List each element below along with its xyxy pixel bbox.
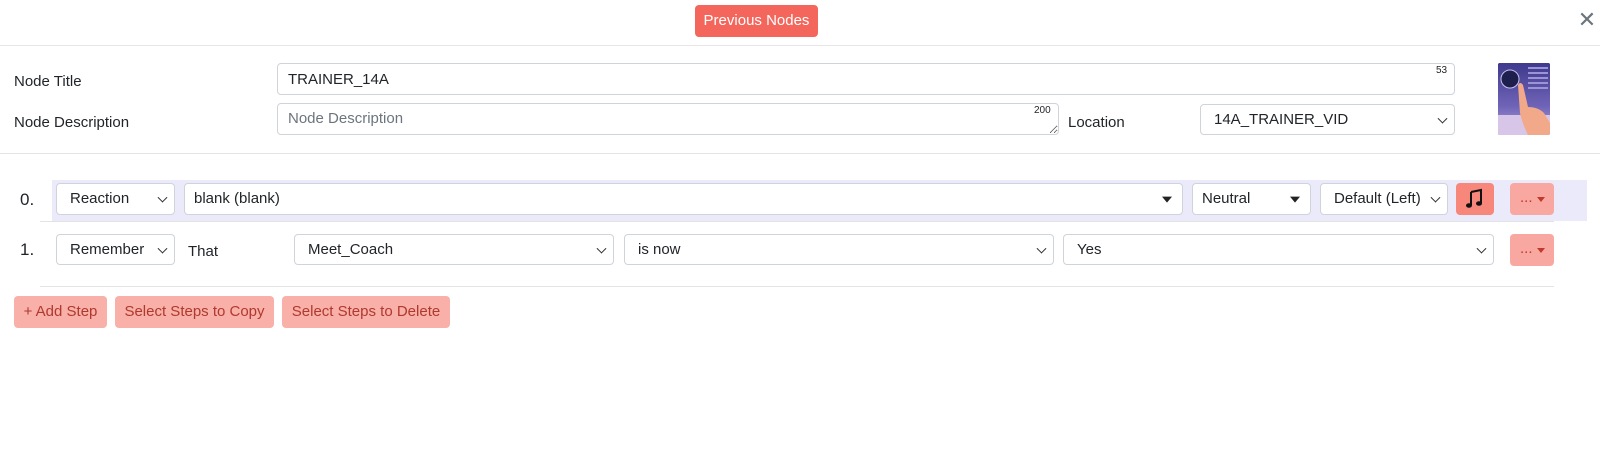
music-note-icon (1466, 188, 1482, 208)
reaction-select[interactable]: blank (blank) (184, 183, 1183, 215)
description-char-counter: 200 (1034, 105, 1051, 116)
location-value: 14A_TRAINER_VID (1214, 111, 1349, 128)
chevron-down-icon (596, 243, 607, 254)
value-value: Yes (1077, 241, 1102, 258)
step-type-select[interactable]: Reaction (56, 183, 175, 215)
emotion-value: Neutral (1202, 190, 1251, 207)
previous-nodes-button[interactable]: Previous Nodes (695, 5, 818, 37)
node-description-input[interactable] (277, 103, 1059, 135)
steps-end-divider (40, 286, 1554, 287)
chevron-down-icon (1430, 192, 1441, 203)
chevron-down-icon (1476, 243, 1487, 254)
select-steps-to-copy-button[interactable]: Select Steps to Copy (115, 296, 274, 328)
video-thumbnail-image (1498, 63, 1550, 135)
caret-down-icon (1537, 197, 1545, 202)
chevron-down-icon (157, 192, 168, 203)
caret-down-icon (1537, 248, 1545, 253)
title-char-counter: 53 (1436, 65, 1448, 76)
step-type-value: Reaction (70, 190, 130, 207)
position-value: Default (Left) (1334, 190, 1421, 207)
variable-select[interactable]: Meet_Coach (294, 234, 614, 265)
emotion-select[interactable]: Neutral (1192, 183, 1311, 215)
step-number: 0. (20, 190, 35, 209)
chevron-down-icon (1036, 243, 1047, 254)
node-description-label: Node Description (14, 114, 130, 131)
step-type-value: Remember (70, 241, 145, 258)
step-more-button[interactable]: ... (1510, 183, 1554, 215)
caret-down-icon (1162, 196, 1172, 203)
select-steps-to-delete-button[interactable]: Select Steps to Delete (282, 296, 450, 328)
variable-value: Meet_Coach (308, 241, 394, 258)
value-select[interactable]: Yes (1063, 234, 1494, 265)
operator-value: is now (638, 241, 681, 258)
caret-down-icon (1290, 196, 1300, 203)
node-thumbnail[interactable] (1498, 63, 1550, 135)
that-label: That (188, 243, 219, 260)
close-icon[interactable]: ✕ (1577, 9, 1597, 31)
operator-select[interactable]: is now (624, 234, 1054, 265)
more-dots: ... (1520, 240, 1533, 257)
step-divider (40, 221, 1554, 222)
step-more-button[interactable]: ... (1510, 234, 1554, 266)
chevron-down-icon (1437, 113, 1448, 124)
music-button[interactable] (1456, 183, 1494, 215)
reaction-value: blank (blank) (194, 190, 280, 207)
chevron-down-icon (157, 243, 168, 254)
section-divider (0, 153, 1600, 154)
position-select[interactable]: Default (Left) (1320, 183, 1448, 215)
location-label: Location (1068, 114, 1125, 131)
node-title-input[interactable] (277, 63, 1455, 95)
add-step-button[interactable]: + Add Step (14, 296, 107, 328)
location-select[interactable]: 14A_TRAINER_VID (1200, 104, 1455, 135)
more-dots: ... (1520, 189, 1533, 206)
node-title-label: Node Title (14, 73, 82, 90)
step-number: 1. (20, 240, 35, 259)
modal-header: Previous Nodes ✕ (0, 0, 1600, 46)
step-type-select[interactable]: Remember (56, 234, 175, 265)
